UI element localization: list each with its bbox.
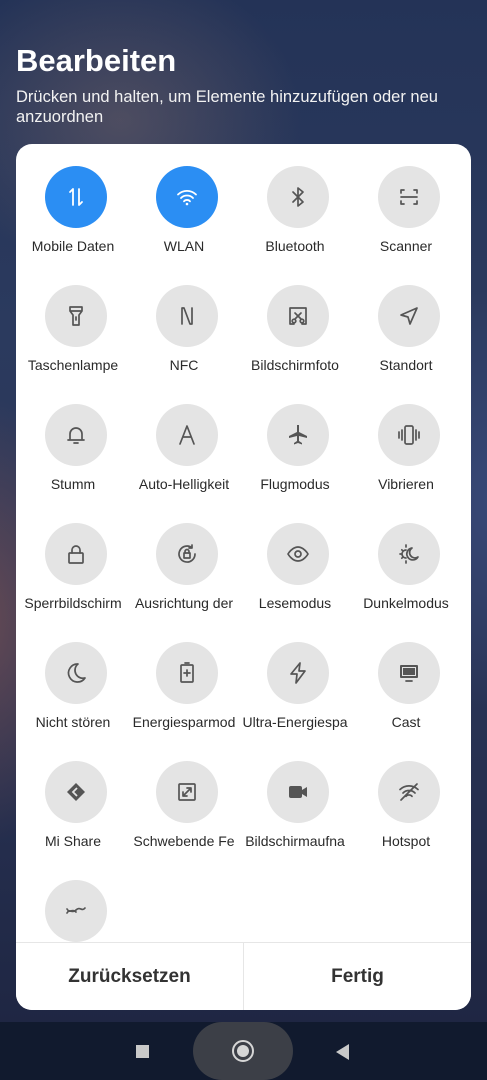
tile-label: Flugmodus xyxy=(260,476,330,492)
flashlight-icon[interactable] xyxy=(45,285,107,347)
screenshot-icon[interactable] xyxy=(267,285,329,347)
navigation-bar xyxy=(0,1022,487,1080)
tile-auto-brightness[interactable]: Auto-Helligkeit xyxy=(127,404,241,504)
tile-label: Taschenlampe xyxy=(27,357,119,373)
tile-label: NFC xyxy=(169,357,199,373)
footer-bar: Zurücksetzen Fertig xyxy=(16,942,471,1010)
dark-mode-icon[interactable] xyxy=(378,523,440,585)
tile-screen-recorder[interactable]: Bildschirmaufna xyxy=(238,761,352,861)
tile-label: Schwebende Fe xyxy=(133,833,235,849)
location-icon[interactable] xyxy=(378,285,440,347)
done-button[interactable]: Fertig xyxy=(244,943,471,1010)
tile-scanner[interactable]: Scanner xyxy=(349,166,463,266)
tile-label: Standort xyxy=(379,357,433,373)
tile-moon[interactable]: Nicht stören xyxy=(16,642,130,742)
tile-label: Scanner xyxy=(379,238,433,254)
tile-label: Ultra-Energiespa xyxy=(242,714,348,730)
wave-icon[interactable] xyxy=(45,880,107,942)
tile-vibrate[interactable]: Vibrieren xyxy=(349,404,463,504)
cast-icon[interactable] xyxy=(378,642,440,704)
tile-cast[interactable]: Cast xyxy=(349,642,463,742)
tile-screenshot[interactable]: Bildschirmfoto xyxy=(238,285,352,385)
tile-label: Auto-Helligkeit xyxy=(138,476,230,492)
page-subtitle: Drücken und halten, um Elemente hinzuzuf… xyxy=(16,88,438,126)
tile-label: Lesemodus xyxy=(258,595,332,611)
tile-label: Energiesparmod xyxy=(132,714,236,730)
vibrate-icon[interactable] xyxy=(378,404,440,466)
tile-label: Ausrichtung der xyxy=(134,595,234,611)
tile-label: Nicht stören xyxy=(35,714,111,730)
tile-label: Dunkelmodus xyxy=(363,595,449,611)
tile-bell[interactable]: Stumm xyxy=(16,404,130,504)
tile-grid: Mobile Daten WLAN Bluetooth Scanner Taschenl… xyxy=(16,166,471,966)
tile-label: Vibrieren xyxy=(378,476,434,492)
tile-rotation-lock[interactable]: Ausrichtung der xyxy=(127,523,241,623)
tile-wifi[interactable]: WLAN xyxy=(127,166,241,266)
airplane-icon[interactable] xyxy=(267,404,329,466)
hotspot-icon[interactable] xyxy=(378,761,440,823)
tile-dark-mode[interactable]: Dunkelmodus xyxy=(349,523,463,623)
tile-mi-share[interactable]: Mi Share xyxy=(16,761,130,861)
tile-battery-saver[interactable]: Energiesparmod xyxy=(127,642,241,742)
screen-recorder-icon[interactable] xyxy=(267,761,329,823)
tile-label: Mobile Daten xyxy=(31,238,115,254)
tile-lock[interactable]: Sperrbildschirm xyxy=(16,523,130,623)
tile-mobile-data[interactable]: Mobile Daten xyxy=(16,166,130,266)
battery-saver-icon[interactable] xyxy=(156,642,218,704)
tile-label: Cast xyxy=(391,714,421,730)
eye-icon[interactable] xyxy=(267,523,329,585)
tile-label: WLAN xyxy=(163,238,205,254)
tile-label: Stumm xyxy=(50,476,96,492)
lightning-icon[interactable] xyxy=(267,642,329,704)
tile-label: Bluetooth xyxy=(265,238,325,254)
home-button[interactable] xyxy=(193,1022,293,1080)
lock-icon[interactable] xyxy=(45,523,107,585)
tile-label: Sperrbildschirm xyxy=(24,595,122,611)
tile-hotspot[interactable]: Hotspot xyxy=(349,761,463,861)
scanner-icon[interactable] xyxy=(378,166,440,228)
bell-icon[interactable] xyxy=(45,404,107,466)
tile-eye[interactable]: Lesemodus xyxy=(238,523,352,623)
tile-label: Mi Share xyxy=(44,833,102,849)
wifi-icon[interactable] xyxy=(156,166,218,228)
mobile-data-icon[interactable] xyxy=(45,166,107,228)
rotation-lock-icon[interactable] xyxy=(156,523,218,585)
mi-share-icon[interactable] xyxy=(45,761,107,823)
tile-label: Hotspot xyxy=(381,833,431,849)
back-icon[interactable] xyxy=(336,1044,349,1060)
nfc-icon[interactable] xyxy=(156,285,218,347)
floating-window-icon[interactable] xyxy=(156,761,218,823)
header: Bearbeiten Drücken und halten, um Elemen… xyxy=(16,40,476,127)
tile-floating-window[interactable]: Schwebende Fe xyxy=(127,761,241,861)
tile-label: Bildschirmaufna xyxy=(245,833,345,849)
page-title: Bearbeiten xyxy=(16,43,177,78)
tile-lightning[interactable]: Ultra-Energiespa xyxy=(238,642,352,742)
auto-brightness-icon[interactable] xyxy=(156,404,218,466)
tile-location[interactable]: Standort xyxy=(349,285,463,385)
home-icon xyxy=(232,1040,254,1062)
tile-flashlight[interactable]: Taschenlampe xyxy=(16,285,130,385)
tile-nfc[interactable]: NFC xyxy=(127,285,241,385)
bluetooth-icon[interactable] xyxy=(267,166,329,228)
tile-airplane[interactable]: Flugmodus xyxy=(238,404,352,504)
recents-icon[interactable] xyxy=(136,1045,149,1058)
tile-label: Bildschirmfoto xyxy=(251,357,339,373)
quick-settings-panel: Mobile Daten WLAN Bluetooth Scanner Taschenl… xyxy=(16,144,471,1010)
moon-icon[interactable] xyxy=(45,642,107,704)
tile-bluetooth[interactable]: Bluetooth xyxy=(238,166,352,266)
reset-button[interactable]: Zurücksetzen xyxy=(16,943,243,1010)
